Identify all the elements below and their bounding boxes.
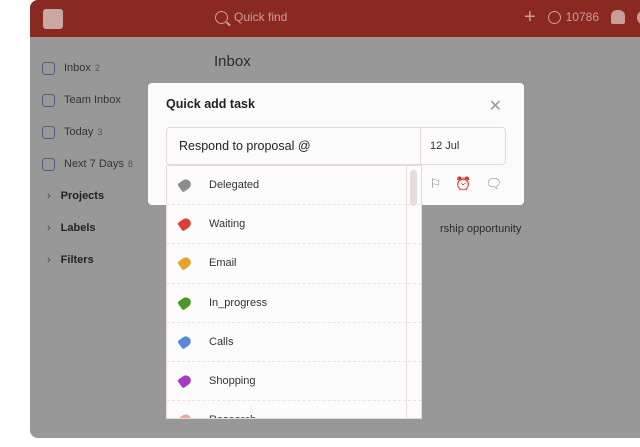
label-name: Email	[209, 257, 237, 270]
label-option-in_progress[interactable]: In_progress	[167, 284, 421, 323]
sidebar-item-team-inbox[interactable]: Team Inbox	[42, 84, 133, 116]
close-icon[interactable]: ✕	[489, 96, 502, 116]
inbox-icon	[42, 61, 55, 75]
modal-title: Quick add task	[166, 97, 255, 111]
sidebar: Inbox 2 Team Inbox Today 3 Next 7 Days 8 › P…	[42, 52, 133, 276]
label-tag-icon	[177, 255, 193, 272]
sidebar-item-label: Next 7 Days	[64, 158, 124, 170]
scrollbar-track	[406, 166, 407, 418]
team-inbox-icon	[42, 93, 55, 107]
top-bar: Quick find + 10786	[30, 0, 640, 37]
label-tag-icon	[177, 334, 193, 350]
alarm-clock-icon[interactable]: ⏰	[455, 176, 471, 192]
quick-find[interactable]: Quick find	[215, 10, 287, 24]
calendar-today-icon	[42, 125, 55, 139]
label-tag-icon	[177, 295, 193, 311]
sidebar-item-label: Inbox	[64, 62, 91, 74]
sidebar-item-count: 8	[127, 159, 133, 169]
label-option-waiting[interactable]: Waiting	[167, 205, 421, 245]
comment-icon[interactable]: 🗨	[485, 176, 502, 192]
label-tag-icon	[177, 412, 193, 418]
quick-find-placeholder: Quick find	[234, 10, 288, 24]
label-option-email[interactable]: Email	[167, 244, 421, 284]
scrollbar[interactable]	[410, 170, 417, 206]
section-label: Labels	[60, 222, 96, 234]
label-option-delegated[interactable]: Delegated	[167, 166, 421, 206]
sidebar-section-filters[interactable]: › Filters	[47, 244, 133, 276]
label-name: Research	[209, 414, 256, 418]
page-title: Inbox	[214, 53, 251, 70]
label-option-research[interactable]: Research	[167, 401, 421, 418]
karma-count: 10786	[565, 10, 599, 24]
label-name: In_progress	[209, 296, 268, 309]
section-label: Projects	[60, 190, 105, 202]
label-name: Waiting	[209, 218, 246, 231]
calendar-week-icon	[42, 157, 55, 171]
notifications-icon[interactable]	[611, 10, 625, 24]
sidebar-section-labels[interactable]: › Labels	[47, 212, 133, 244]
label-option-calls[interactable]: Calls	[167, 323, 421, 362]
label-suggestions-dropdown: Delegated Waiting Email In_progress Calls Sho…	[166, 165, 422, 419]
task-item: rship opportunity	[440, 223, 522, 235]
label-option-shopping[interactable]: Shopping	[167, 362, 421, 402]
sidebar-item-label: Today	[64, 126, 94, 138]
label-name: Delegated	[209, 179, 260, 192]
chevron-right-icon: ›	[47, 190, 51, 202]
task-input[interactable]	[167, 128, 420, 164]
task-input-row: 12 Jul	[166, 127, 506, 165]
label-tag-icon	[177, 177, 193, 193]
sidebar-item-today[interactable]: Today 3	[42, 116, 133, 148]
karma-icon	[547, 10, 561, 24]
search-icon	[215, 10, 228, 24]
due-date-field[interactable]: 12 Jul	[420, 128, 505, 164]
sidebar-item-next-7-days[interactable]: Next 7 Days 8	[42, 148, 133, 180]
section-label: Filters	[60, 254, 94, 266]
label-tag-icon	[177, 216, 193, 232]
karma-button[interactable]: 10786	[547, 10, 599, 24]
chevron-right-icon: ›	[47, 254, 51, 266]
add-task-icon[interactable]: +	[524, 7, 536, 27]
sidebar-item-count: 2	[94, 63, 100, 73]
flag-icon[interactable]: ⚐	[430, 176, 442, 192]
sidebar-section-projects[interactable]: › Projects	[47, 180, 133, 212]
label-name: Shopping	[209, 375, 256, 388]
label-tag-icon	[177, 373, 193, 389]
sidebar-item-label: Team Inbox	[64, 94, 121, 106]
chevron-right-icon: ›	[47, 222, 51, 234]
label-name: Calls	[209, 335, 234, 348]
sidebar-item-count: 3	[97, 127, 103, 137]
todoist-logo-icon[interactable]	[43, 9, 63, 29]
sidebar-item-inbox[interactable]: Inbox 2	[42, 52, 133, 84]
